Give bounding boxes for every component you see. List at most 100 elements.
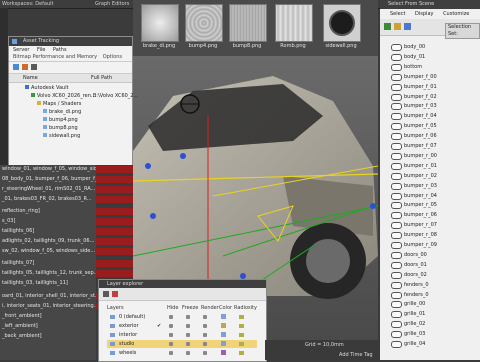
menu-display[interactable]: Display <box>415 11 433 17</box>
freeze-toggle-icon[interactable] <box>186 324 190 328</box>
radiosity-icon[interactable] <box>239 315 244 319</box>
add-time-tag-button[interactable]: Add Time Tag <box>339 352 373 358</box>
render-toggle-icon[interactable] <box>203 315 207 319</box>
radiosity-icon[interactable] <box>239 333 244 337</box>
layer-explorer-titlebar[interactable]: Layer explorer <box>99 280 266 288</box>
hide-toggle-icon[interactable] <box>169 324 173 328</box>
freeze-toggle-icon[interactable] <box>186 333 190 337</box>
list-item[interactable]: oard_01, interior_shell_01, interior_st.… <box>0 292 98 301</box>
freeze-toggle-icon[interactable] <box>186 351 190 355</box>
menu-server[interactable]: Server <box>13 47 29 53</box>
column-render[interactable]: Render <box>201 305 219 311</box>
list-item[interactable]: _back_ambient] <box>0 332 98 341</box>
list-item[interactable]: i, interior_seats_01, interior_steering.… <box>0 302 98 311</box>
tree-item[interactable]: sidewall.png <box>43 133 80 139</box>
list-item[interactable]: _front_ambient] <box>0 312 98 321</box>
column-full-path[interactable]: Full Path <box>91 74 112 82</box>
list-item[interactable]: reflection_ring] <box>0 207 98 216</box>
column-radiosity[interactable]: Radiosity <box>234 305 257 311</box>
layer-row[interactable]: 0 (default) <box>107 313 257 321</box>
freeze-toggle-icon[interactable] <box>186 315 190 319</box>
workspace-selector[interactable]: Workspaces: Default <box>2 1 53 7</box>
list-item[interactable]: 08_body_01, bumper_f_06, bumper_f_0... <box>0 175 98 184</box>
menu-file[interactable]: File <box>37 47 45 53</box>
menu-select[interactable]: Select <box>390 11 405 17</box>
thumbnail-bump4[interactable] <box>185 4 223 42</box>
column-layers[interactable]: Layers <box>107 305 124 311</box>
list-item[interactable]: taillights_07] <box>0 259 98 268</box>
render-toggle-icon[interactable] <box>203 342 207 346</box>
render-toggle-icon[interactable] <box>203 333 207 337</box>
hide-toggle-icon[interactable] <box>169 342 173 346</box>
radiosity-icon[interactable] <box>239 324 244 328</box>
tree-item[interactable]: Autodesk Vault <box>25 85 69 91</box>
list-item[interactable]: taillights_06] <box>0 227 98 236</box>
list-item[interactable]: _01, brakes03_FR_02, brakes03_R... <box>0 195 98 204</box>
tree-item[interactable]: bump4.png <box>43 117 78 123</box>
state-marker[interactable] <box>96 186 133 193</box>
radiosity-icon[interactable] <box>239 342 244 346</box>
layer-row[interactable]: studio <box>107 340 257 348</box>
render-toggle-icon[interactable] <box>203 351 207 355</box>
list-item[interactable]: _left_ambient] <box>0 322 98 331</box>
asset-tracking-titlebar[interactable]: Asset Tracking <box>9 37 132 46</box>
render-toggle-icon[interactable] <box>203 324 207 328</box>
state-marker[interactable] <box>96 166 133 173</box>
column-freeze[interactable]: Freeze <box>182 305 198 311</box>
hide-toggle-icon[interactable] <box>169 351 173 355</box>
freeze-toggle-icon[interactable] <box>186 342 190 346</box>
thumbnail-sidewall[interactable] <box>323 4 361 42</box>
scene-titlebar[interactable]: Select From Scene <box>380 0 480 9</box>
thumbnail-brake-disc[interactable] <box>141 4 179 42</box>
tree-item[interactable]: Volvo XC60_2026_ren... <box>31 93 96 99</box>
layer-color-swatch[interactable] <box>221 314 226 319</box>
radiosity-icon[interactable] <box>239 351 244 355</box>
list-item[interactable]: taillights_03, taillights_11] <box>0 279 98 288</box>
state-marker[interactable] <box>96 208 133 215</box>
tree-item[interactable]: bump8.png <box>43 125 78 131</box>
filter-geometry-icon[interactable] <box>384 23 391 30</box>
state-marker[interactable] <box>96 270 133 277</box>
state-marker[interactable] <box>96 228 133 235</box>
state-marker[interactable] <box>96 238 133 245</box>
hide-toggle-icon[interactable] <box>169 315 173 319</box>
state-marker[interactable] <box>96 248 133 255</box>
layer-row[interactable]: interior <box>107 331 257 339</box>
layer-color-swatch[interactable] <box>221 332 226 337</box>
state-marker[interactable] <box>96 218 133 225</box>
list-item[interactable]: adlights_02, taillights_09, trunk_06... <box>0 237 98 246</box>
refresh-icon[interactable] <box>13 64 19 70</box>
layer-row[interactable]: exterior ✔ <box>107 322 257 330</box>
list-item[interactable]: taillights_05, taillights_12, trunk_sep.… <box>0 269 98 278</box>
menu-options[interactable]: Options <box>103 54 122 60</box>
state-marker[interactable] <box>96 196 133 203</box>
checkout-icon[interactable] <box>31 64 37 70</box>
tree-item[interactable]: brake_di.png <box>43 109 81 115</box>
column-hide[interactable]: Hide <box>167 305 178 311</box>
state-marker[interactable] <box>96 260 133 267</box>
state-marker[interactable] <box>96 176 133 183</box>
layer-color-swatch[interactable] <box>221 323 226 328</box>
thumbnail-bump8[interactable] <box>229 4 267 42</box>
menu-paths[interactable]: Paths <box>53 47 67 53</box>
menu-graph-editors[interactable]: Graph Editors <box>95 1 129 7</box>
list-item[interactable]: window_01, window_f_05, window_sid... <box>0 165 98 174</box>
list-item[interactable]: s_03] <box>0 217 98 226</box>
list-item[interactable]: sw_02, window_f_05, windows_side... <box>0 247 98 256</box>
column-name[interactable]: Name <box>23 74 38 82</box>
layer-color-swatch[interactable] <box>221 350 226 355</box>
new-layer-icon[interactable] <box>103 291 109 297</box>
menu-bitmap-performance[interactable]: Bitmap Performance and Memory <box>13 54 97 60</box>
tree-item[interactable]: Maps / Shaders <box>37 101 81 107</box>
layer-row[interactable]: wheels <box>107 349 257 357</box>
highlight-icon[interactable] <box>22 64 28 70</box>
filter-cameras-icon[interactable] <box>404 23 411 30</box>
layer-color-swatch[interactable] <box>221 341 226 346</box>
filter-lights-icon[interactable] <box>394 23 401 30</box>
thumbnail-romb[interactable] <box>275 4 313 42</box>
list-item[interactable]: r_steeringWheel_01, rimS02_01_RA... <box>0 185 98 194</box>
column-color[interactable]: Color <box>219 305 232 311</box>
delete-layer-icon[interactable] <box>112 291 118 297</box>
menu-customize[interactable]: Customize <box>443 11 469 17</box>
active-layer-check-icon[interactable]: ✔ <box>157 322 161 330</box>
